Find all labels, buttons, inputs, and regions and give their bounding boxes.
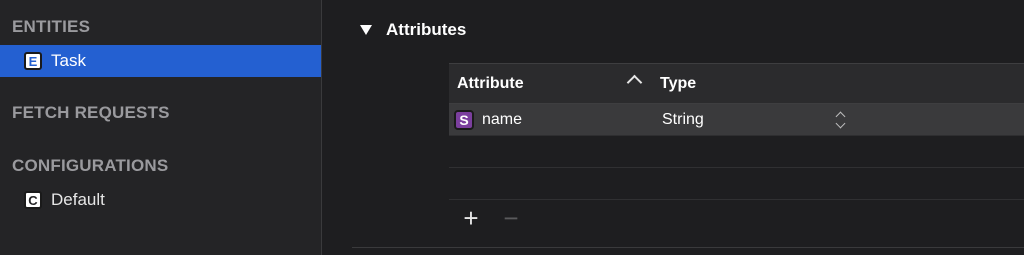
entities-header: ENTITIES <box>12 17 91 36</box>
attributes-title: Attributes <box>386 20 467 39</box>
main-panel: Attributes Attribute Type S name String … <box>322 0 1024 255</box>
empty-row <box>449 136 1024 168</box>
sort-ascending-icon[interactable] <box>626 74 643 91</box>
configuration-icon: C <box>24 191 42 209</box>
type-popup-chevron-icon[interactable] <box>835 110 847 130</box>
attribute-name-cell[interactable]: name <box>482 111 522 129</box>
sidebar-item-label: Task <box>51 51 86 70</box>
entity-icon: E <box>24 52 42 70</box>
add-attribute-button[interactable]: + <box>460 205 482 231</box>
configurations-header: CONFIGURATIONS <box>12 156 169 175</box>
sidebar-item-task[interactable]: E Task <box>0 45 321 77</box>
attributes-section-toggle[interactable]: Attributes <box>360 20 466 40</box>
table-row[interactable]: S name String <box>449 104 1024 136</box>
disclosure-triangle-icon[interactable] <box>360 25 372 35</box>
table-header: Attribute Type <box>449 63 1024 104</box>
attribute-type-cell[interactable]: String <box>662 111 704 129</box>
fetch-requests-header: FETCH REQUESTS <box>12 103 170 122</box>
attributes-table: Attribute Type S name String <box>449 63 1024 200</box>
divider <box>352 247 1024 248</box>
table-controls: + − <box>460 205 522 231</box>
sidebar-item-default[interactable]: C Default <box>0 184 321 216</box>
sidebar-item-label: Default <box>51 190 105 209</box>
empty-row <box>449 168 1024 200</box>
column-header-attribute[interactable]: Attribute <box>457 75 524 93</box>
remove-attribute-button[interactable]: − <box>500 205 522 231</box>
string-type-icon: S <box>454 110 474 130</box>
column-header-type[interactable]: Type <box>660 75 696 93</box>
sidebar: ENTITIES E Task FETCH REQUESTS CONFIGURA… <box>0 0 322 255</box>
